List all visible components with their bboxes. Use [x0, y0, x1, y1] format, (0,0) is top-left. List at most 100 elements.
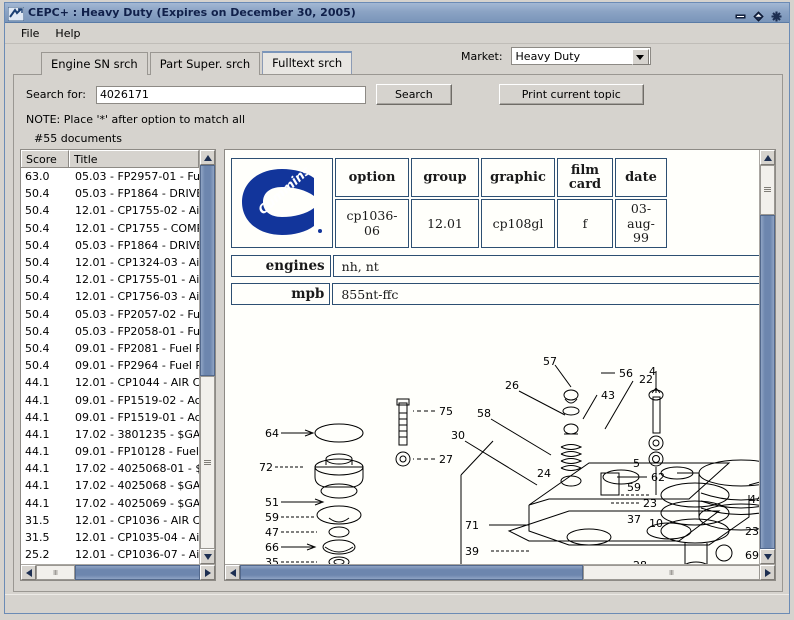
table-row[interactable]: 31.512.01 - CP1036 - AIR CO	[21, 512, 199, 529]
results-scroll-thumb[interactable]	[200, 165, 215, 376]
scroll-down-icon[interactable]	[200, 549, 215, 564]
doc-scroll-right-icon[interactable]	[760, 565, 775, 580]
table-row[interactable]: 50.405.03 - FP2057-02 - Fuel	[21, 306, 199, 323]
table-row[interactable]: 50.412.01 - CP1755 - COMPR	[21, 220, 199, 237]
cell-title: 12.01 - CP1324-03 - Air C	[69, 256, 199, 269]
table-row[interactable]: 50.405.03 - FP1864 - DRIVE,A	[21, 237, 199, 254]
cell-title: 05.03 - FP2057-02 - Fuel	[69, 308, 199, 321]
cell-title: 17.02 - 4025068-01 - $GA	[69, 462, 199, 475]
menu-file[interactable]: File	[13, 25, 47, 42]
column-header-title[interactable]: Title	[69, 150, 199, 167]
table-row[interactable]: 50.412.01 - CP1755-02 - Air C	[21, 202, 199, 219]
market-selected-value: Heavy Duty	[516, 50, 581, 63]
document-horizontal-scrollbar[interactable]	[225, 564, 775, 580]
scroll-right-icon[interactable]	[200, 565, 215, 580]
table-row[interactable]: 44.109.01 - FP1519-02 - Acce	[21, 391, 199, 408]
table-row[interactable]: 50.409.01 - FP2964 - Fuel Pur	[21, 357, 199, 374]
svg-text:23: 23	[745, 525, 759, 538]
cell-score: 44.1	[21, 428, 69, 441]
svg-text:66: 66	[265, 541, 279, 554]
svg-text:51: 51	[265, 496, 279, 509]
document-engines-table: engines nh, nt	[229, 253, 759, 279]
scroll-left-icon[interactable]	[21, 565, 36, 580]
mpb-value: 855nt-ffc	[332, 283, 759, 305]
svg-text:37: 37	[627, 513, 641, 526]
document-vertical-scrollbar[interactable]	[759, 150, 775, 564]
document-scroll-thumb[interactable]	[760, 165, 775, 215]
svg-text:27: 27	[439, 453, 453, 466]
document-hscroll-thumb[interactable]	[240, 565, 583, 580]
search-note: NOTE: Place '*' after option to match al…	[14, 109, 782, 128]
print-current-topic-button[interactable]: Print current topic	[499, 84, 644, 105]
results-table: Score Title 63.005.03 - FP2957-01 - Fuel…	[21, 150, 199, 564]
table-row[interactable]: 31.512.01 - CP1035-04 - Air C	[21, 529, 199, 546]
cell-title: 12.01 - CP1756-03 - Air C	[69, 290, 199, 303]
cummins-logo: Cummins	[231, 158, 333, 248]
table-row[interactable]: 44.109.01 - FP1519-01 - Acce	[21, 409, 199, 426]
svg-text:72: 72	[259, 461, 273, 474]
minimize-icon[interactable]	[735, 7, 746, 18]
document-hscroll-thumb-right[interactable]	[583, 565, 760, 580]
tab-part-super-srch[interactable]: Part Super. srch	[150, 52, 260, 75]
table-row[interactable]: 50.412.01 - CP1756-03 - Air C	[21, 288, 199, 305]
results-vertical-scrollbar[interactable]	[199, 150, 215, 564]
results-hscroll-thumb-left[interactable]	[36, 565, 75, 580]
doc-scroll-down-icon[interactable]	[760, 549, 775, 564]
table-row[interactable]: 44.117.02 - 3801235 - $GASK	[21, 426, 199, 443]
menu-help[interactable]: Help	[47, 25, 88, 42]
cell-title: 05.03 - FP2058-01 - Fuel	[69, 325, 199, 338]
doc-scroll-left-icon[interactable]	[225, 565, 240, 580]
results-scroll-track[interactable]	[200, 165, 215, 549]
market-label: Market:	[461, 50, 503, 63]
document-meta-table: Cummins option group graphic film card d…	[229, 156, 669, 250]
close-icon[interactable]	[771, 7, 782, 18]
table-row[interactable]: 44.117.02 - 4025069 - $GASK	[21, 495, 199, 512]
tab-engine-sn-srch[interactable]: Engine SN srch	[41, 52, 148, 75]
svg-text:24: 24	[537, 467, 551, 480]
meta-header-group: group	[411, 158, 479, 197]
svg-text:62: 62	[651, 471, 665, 484]
table-row[interactable]: 44.117.02 - 4025068-01 - $GA	[21, 460, 199, 477]
meta-value-film-card: f	[557, 199, 613, 248]
cell-title: 12.01 - CP1755-02 - Air C	[69, 204, 199, 217]
window-controls	[735, 7, 786, 18]
document-hscroll-track[interactable]	[240, 565, 760, 580]
chevron-down-icon[interactable]	[632, 49, 649, 65]
table-row[interactable]: 44.117.02 - 4025068 - $GASK	[21, 477, 199, 494]
results-hscroll-thumb[interactable]	[75, 565, 200, 580]
results-scroll-thumb-lower[interactable]	[200, 376, 215, 549]
documents-count: #55 documents	[14, 128, 782, 149]
table-row[interactable]: 44.109.01 - FP10128 - Fuel Pu	[21, 443, 199, 460]
document-view: Cummins option group graphic film card d…	[225, 150, 759, 564]
scroll-up-icon[interactable]	[200, 150, 215, 165]
svg-text:35: 35	[265, 556, 279, 564]
results-hscroll-track[interactable]	[36, 565, 200, 580]
column-header-score[interactable]: Score	[21, 150, 69, 167]
table-row[interactable]: 50.409.01 - FP2081 - Fuel Pur	[21, 340, 199, 357]
search-input-value: 4026171	[100, 88, 149, 101]
table-row[interactable]: 50.412.01 - CP1324-03 - Air C	[21, 254, 199, 271]
table-row[interactable]: 50.405.03 - FP1864 - DRIVE,A	[21, 185, 199, 202]
search-button[interactable]: Search	[376, 84, 452, 105]
svg-text:30: 30	[451, 429, 465, 442]
doc-scroll-up-icon[interactable]	[760, 150, 775, 165]
table-row[interactable]: 25.212.01 - CP1036-07 - Air C	[21, 546, 199, 563]
exploded-parts-diagram: 64 72 51 59 47 66 35 21 75	[229, 355, 759, 564]
results-horizontal-scrollbar[interactable]	[21, 564, 215, 580]
cell-score: 44.1	[21, 479, 69, 492]
document-scroll-track[interactable]	[760, 165, 775, 549]
document-scroll-thumb-lower[interactable]	[760, 215, 775, 549]
table-row[interactable]: 44.112.01 - CP1044 - AIR CO	[21, 374, 199, 391]
market-dropdown[interactable]: Heavy Duty	[511, 47, 651, 65]
search-input[interactable]: 4026171	[96, 86, 366, 104]
cell-score: 31.5	[21, 531, 69, 544]
cell-title: 12.01 - CP1755 - COMPR	[69, 222, 199, 235]
cell-score: 63.0	[21, 170, 69, 183]
tab-fulltext-srch[interactable]: Fulltext srch	[262, 51, 352, 74]
table-row[interactable]: 50.405.03 - FP2058-01 - Fuel	[21, 323, 199, 340]
table-row[interactable]: 63.005.03 - FP2957-01 - Fuel	[21, 168, 199, 185]
table-row[interactable]: 50.412.01 - CP1755-01 - Air C	[21, 271, 199, 288]
svg-text:69: 69	[745, 549, 759, 562]
search-row: Search for: 4026171 Search Print current…	[14, 75, 782, 109]
maximize-icon[interactable]	[753, 7, 764, 18]
